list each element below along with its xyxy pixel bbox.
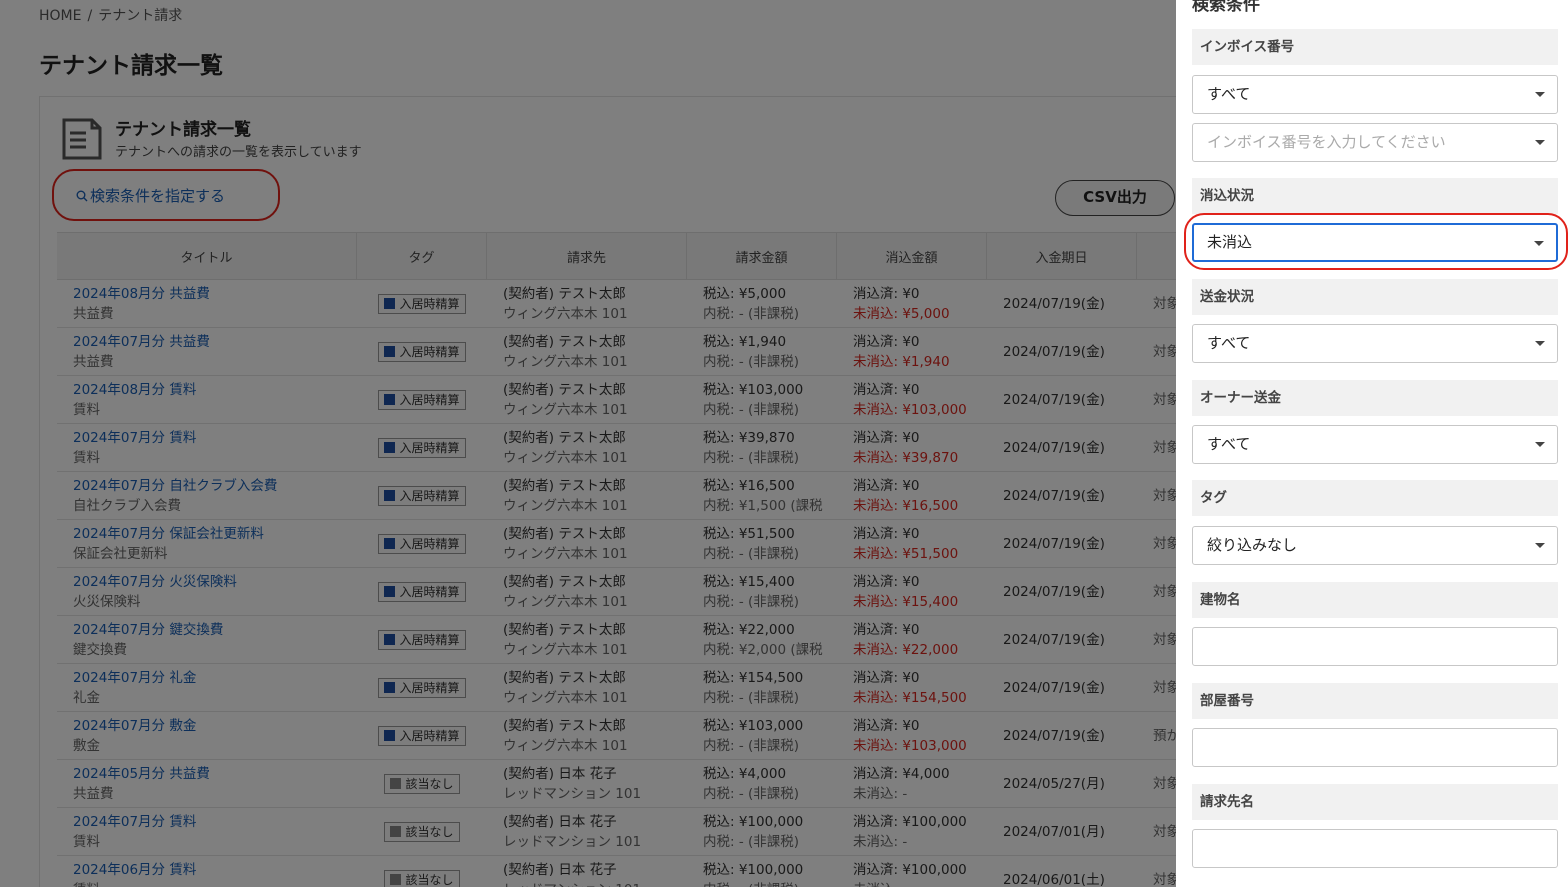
filter-label: 送金状況 <box>1192 279 1558 315</box>
filter-label: オーナー送金 <box>1192 380 1558 416</box>
filter-select[interactable]: すべて <box>1192 75 1558 114</box>
chevron-down-icon <box>1535 442 1545 447</box>
chevron-down-icon <box>1535 341 1545 346</box>
chevron-down-icon <box>1535 140 1545 145</box>
filter-label: インボイス番号 <box>1192 29 1558 65</box>
filter-select[interactable]: すべて <box>1192 324 1558 363</box>
annotation-circle-filter <box>1184 213 1568 270</box>
filter-placeholder: インボイス番号を入力してください <box>1207 133 1446 151</box>
drawer-title: 検索条件 <box>1192 0 1260 15</box>
filter-label: 消込状況 <box>1192 178 1558 214</box>
filter-label: 建物名 <box>1192 582 1558 618</box>
filter-label: タグ <box>1192 480 1558 516</box>
chevron-down-icon <box>1535 543 1545 548</box>
filter-select[interactable]: すべて <box>1192 425 1558 464</box>
chevron-down-icon <box>1535 92 1545 97</box>
filter-label: 部屋番号 <box>1192 683 1558 719</box>
filter-value: 絞り込みなし <box>1207 536 1298 554</box>
filter-select[interactable]: インボイス番号を入力してください <box>1192 123 1558 162</box>
filter-label: 請求先名 <box>1192 784 1558 820</box>
filter-value: すべて <box>1207 435 1251 453</box>
search-conditions-drawer: 検索条件 インボイス番号 すべて インボイス番号を入力してください 消込状況 未消込 送金… <box>1176 0 1568 887</box>
filter-text-input[interactable] <box>1192 728 1558 767</box>
filter-text-input[interactable] <box>1192 829 1558 868</box>
filter-select[interactable]: 絞り込みなし <box>1192 526 1558 565</box>
filter-value: すべて <box>1207 85 1251 103</box>
filter-text-input[interactable] <box>1192 627 1558 666</box>
filter-value: すべて <box>1207 334 1251 352</box>
